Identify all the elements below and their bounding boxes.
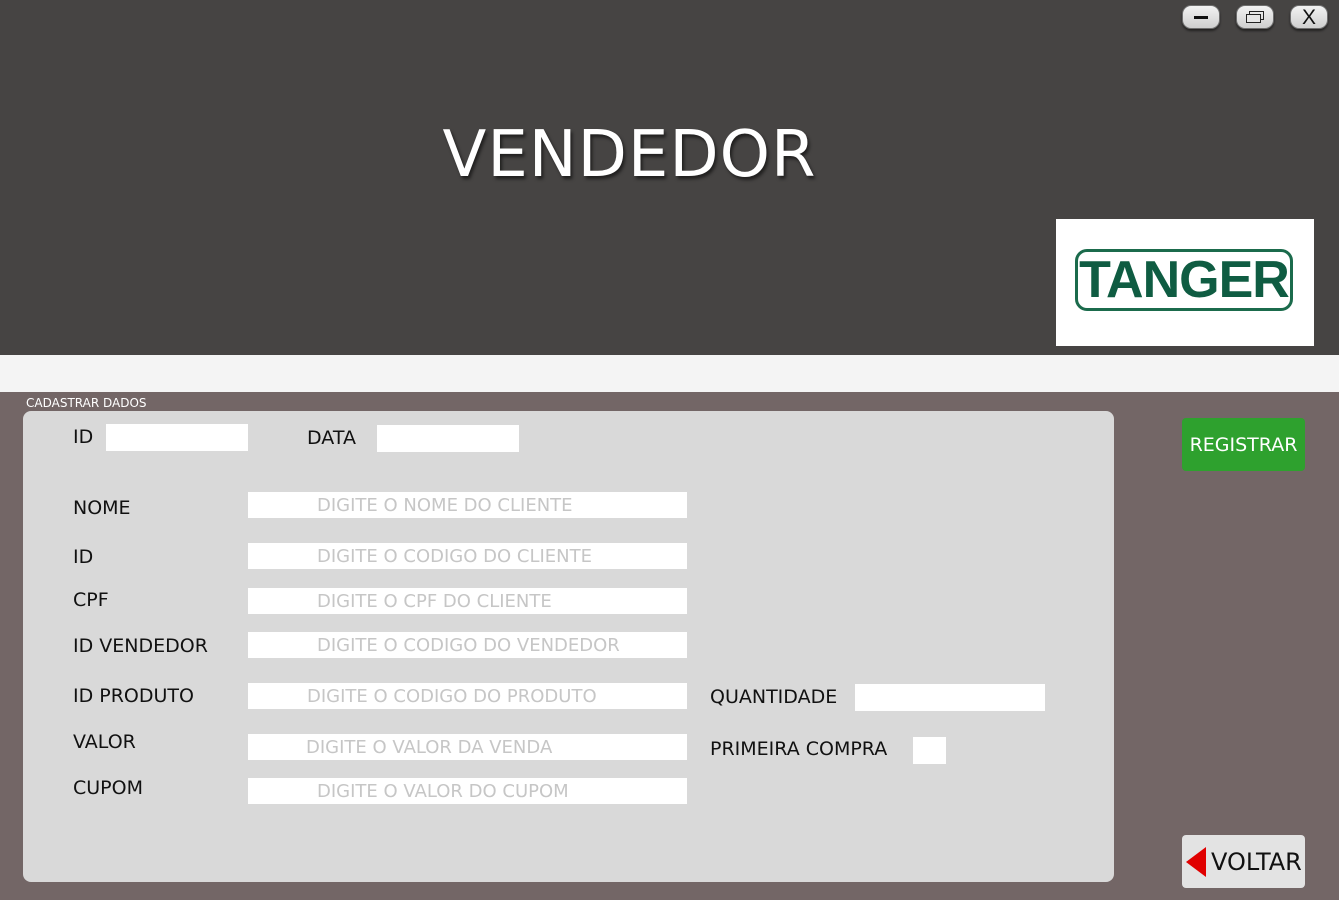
- tanger-logo: TANGER: [1056, 219, 1314, 346]
- data-field[interactable]: [377, 425, 519, 452]
- vendedor-field[interactable]: [248, 632, 687, 658]
- primeira-compra-checkbox[interactable]: [913, 737, 946, 764]
- voltar-label: VOLTAR: [1211, 847, 1302, 876]
- id-label: ID: [73, 426, 94, 448]
- quantidade-label: QUANTIDADE: [710, 686, 838, 708]
- valor-label: VALOR: [73, 731, 136, 753]
- data-label: DATA: [307, 427, 356, 449]
- maximize-button[interactable]: [1236, 5, 1274, 29]
- minimize-button[interactable]: [1182, 5, 1220, 29]
- maximize-icon: [1246, 11, 1264, 23]
- vendedor-label: ID VENDEDOR: [73, 635, 208, 657]
- produto-label: ID PRODUTO: [73, 685, 194, 707]
- cupom-field[interactable]: [248, 778, 687, 804]
- cliente-id-field[interactable]: [248, 543, 687, 569]
- logo-text: TANGER: [1079, 251, 1290, 309]
- produto-field[interactable]: [248, 683, 687, 709]
- section-label: CADASTRAR DADOS: [26, 396, 147, 410]
- cpf-label: CPF: [73, 589, 109, 611]
- primeira-compra-label: PRIMEIRA COMPRA: [710, 738, 888, 760]
- back-arrow-icon: [1186, 846, 1206, 877]
- minimize-icon: [1194, 15, 1208, 19]
- id-field[interactable]: [106, 424, 248, 451]
- logo-badge: TANGER: [1075, 249, 1293, 311]
- cliente-id-label: ID: [73, 546, 94, 568]
- page-title: VENDEDOR: [442, 118, 817, 192]
- quantidade-field[interactable]: [855, 684, 1045, 711]
- close-icon: X: [1301, 5, 1316, 29]
- separator-band: [0, 355, 1339, 392]
- cupom-label: CUPOM: [73, 777, 143, 799]
- close-button[interactable]: X: [1290, 5, 1328, 29]
- nome-label: NOME: [73, 497, 131, 519]
- valor-field[interactable]: [248, 734, 687, 760]
- voltar-button[interactable]: VOLTAR: [1182, 835, 1305, 888]
- cpf-field[interactable]: [248, 588, 687, 614]
- header-bar: VENDEDOR X TANGER: [0, 0, 1339, 355]
- registrar-button[interactable]: REGISTRAR: [1182, 418, 1305, 471]
- nome-field[interactable]: [248, 492, 687, 518]
